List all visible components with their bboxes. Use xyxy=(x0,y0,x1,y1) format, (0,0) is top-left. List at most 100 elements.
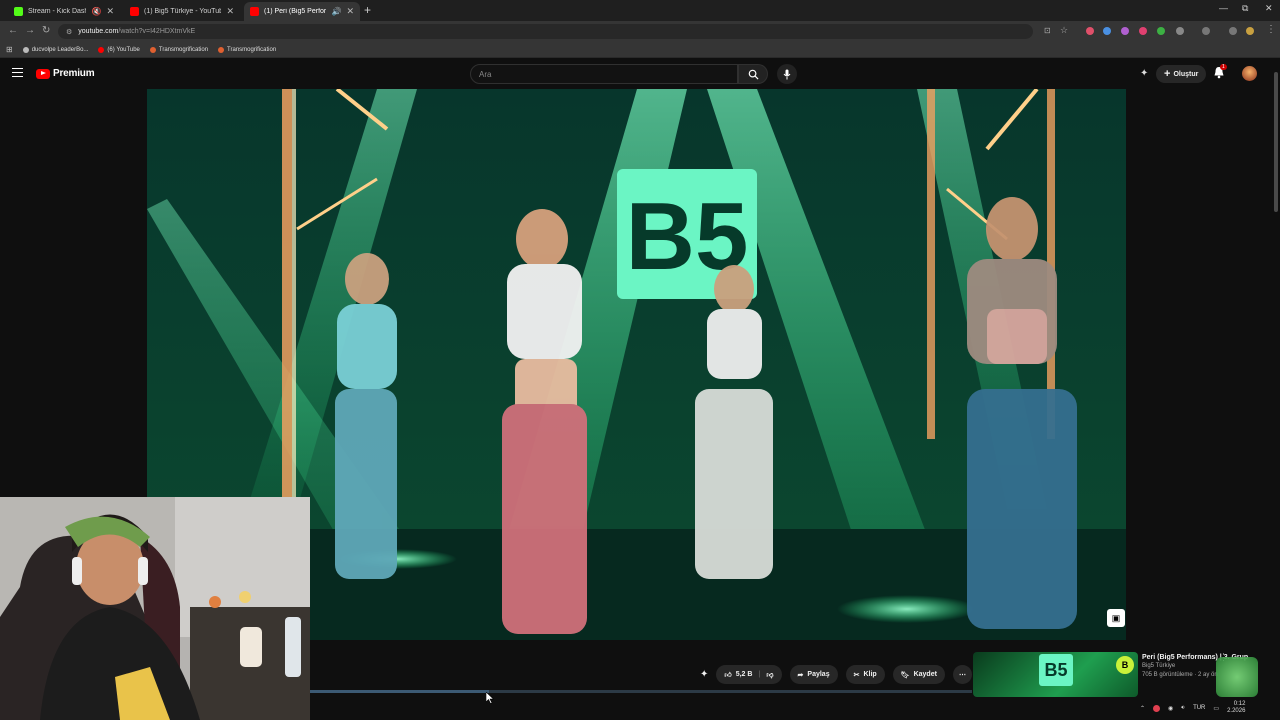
extension-icon[interactable] xyxy=(1086,27,1094,35)
voice-search-button[interactable] xyxy=(777,64,797,84)
back-icon[interactable]: ← xyxy=(8,25,18,36)
audio-icon[interactable]: 🔊 xyxy=(331,7,341,16)
browser-tab-strip: Stream - Kick Dashboard 🔇 ✕ (1) Big5 Tür… xyxy=(0,0,1280,21)
bookmark-icon xyxy=(22,46,29,53)
tab-title: (1) Peri (Big5 Performans) | xyxy=(264,8,327,15)
create-button[interactable]: + Oluştur xyxy=(1156,65,1207,83)
tab-kick-dashboard[interactable]: Stream - Kick Dashboard 🔇 ✕ xyxy=(8,2,120,21)
extension-icon[interactable] xyxy=(1103,27,1111,35)
volume-icon[interactable]: 🔉︎ xyxy=(1181,705,1185,712)
hamburger-menu-icon[interactable] xyxy=(12,68,23,77)
youtube-icon xyxy=(250,7,259,16)
share-arrow-icon: ➦ xyxy=(797,671,804,679)
thumbs-down-icon[interactable]: 👎︎ xyxy=(766,670,773,679)
save-label: Kaydet xyxy=(913,671,937,678)
install-icon[interactable]: ⊡ xyxy=(1044,26,1051,35)
share-button[interactable]: ➦ Paylaş xyxy=(789,665,838,684)
webcam-overlay xyxy=(0,497,310,720)
save-button[interactable]: 🔖︎ Kaydet xyxy=(892,665,945,684)
youtube-icon xyxy=(98,46,105,53)
account-avatar[interactable] xyxy=(1242,66,1257,81)
notifications-button[interactable]: 1 xyxy=(1213,64,1227,84)
scrollbar-thumb[interactable] xyxy=(1274,72,1278,212)
close-icon[interactable]: ✕ xyxy=(226,6,234,17)
tab-peri-big5[interactable]: (1) Peri (Big5 Performans) | 🔊 ✕ xyxy=(244,2,360,21)
system-tray: ⌃ ◉ 🔉︎ TUR ▭ 0:12 2.2026 xyxy=(1140,700,1245,716)
menu-dots-icon[interactable]: ⋮ xyxy=(1266,24,1276,35)
app-tray-icon[interactable] xyxy=(1153,704,1161,712)
like-count: 5,2 B xyxy=(735,671,753,678)
youtube-icon xyxy=(130,7,139,16)
profile-avatar[interactable] xyxy=(1246,27,1254,35)
extension-icon[interactable] xyxy=(1157,27,1165,35)
streamer-camera xyxy=(0,497,310,720)
clock[interactable]: 0:12 2.2026 xyxy=(1227,701,1245,715)
bookmark-item[interactable]: (6) YouTube xyxy=(98,46,140,53)
channel-watermark-icon[interactable]: ▣ xyxy=(1107,609,1125,627)
language-indicator[interactable]: TUR xyxy=(1193,705,1205,711)
bookmark-label: Transmogrification xyxy=(227,46,277,53)
youtube-logo[interactable]: Premium xyxy=(36,68,95,79)
apps-grid-icon[interactable]: ⊞ xyxy=(6,45,13,54)
extensions-puzzle-icon[interactable] xyxy=(1176,27,1184,35)
maximize-icon[interactable]: ⧉ xyxy=(1242,3,1248,14)
clock-time: 0:12 xyxy=(1233,701,1246,707)
close-icon[interactable]: ✕ xyxy=(106,6,114,17)
recommended-video-card[interactable]: B5 B Peri (Big5 Performans) | 3. Grup Bi… xyxy=(973,652,1263,697)
url-path: /watch?v=I42HDXtmVkE xyxy=(118,28,196,35)
close-window-icon[interactable]: ✕ xyxy=(1265,3,1273,14)
extension-icon[interactable] xyxy=(1139,27,1147,35)
more-actions-button[interactable]: ⋯ xyxy=(952,665,972,684)
bookmark-label: (6) YouTube xyxy=(107,46,140,53)
notification-badge: 1 xyxy=(1220,64,1227,70)
downloads-icon[interactable] xyxy=(1229,27,1237,35)
search-placeholder: Ara xyxy=(479,70,492,79)
video-progress-bar[interactable] xyxy=(310,690,972,693)
thumbnail-logo: B5 xyxy=(1039,654,1073,686)
bookmark-item[interactable]: Transmogrification xyxy=(149,46,208,53)
bookmarks-bar: ⊞ ducvolpe LeaderBo... (6) YouTube Trans… xyxy=(0,42,1280,58)
chevron-up-icon[interactable]: ⌃ xyxy=(1140,705,1145,712)
video-actions: ✦ 👍︎ 5,2 B | 👎︎ ➦ Paylaş ✂ Klip 🔖︎ Kayde… xyxy=(700,665,972,684)
tray-window-icon[interactable]: ▭ xyxy=(1213,705,1219,712)
bookmark-star-icon[interactable]: ☆ xyxy=(1060,25,1068,36)
network-icon[interactable]: ◉ xyxy=(1168,705,1173,712)
search-icon xyxy=(748,69,759,80)
youtube-header: Premium Ara ✦ + Oluştur 1 xyxy=(0,58,1280,90)
side-panel-icon[interactable] xyxy=(1202,27,1210,35)
site-info-icon[interactable]: ⚙ xyxy=(66,28,72,36)
bookmark-item[interactable]: ducvolpe LeaderBo... xyxy=(22,46,89,53)
page-scrollbar[interactable] xyxy=(1272,62,1280,720)
minimize-icon[interactable]: — xyxy=(1219,3,1228,13)
logo-text: Premium xyxy=(53,68,95,79)
progress-fill xyxy=(310,690,489,693)
mute-icon[interactable]: 🔇 xyxy=(91,7,101,16)
cast-icon[interactable]: ✦ xyxy=(1140,68,1148,79)
channel-badge-icon: B xyxy=(1116,656,1134,674)
extension-icon[interactable] xyxy=(1121,27,1129,35)
bookmark-icon xyxy=(149,46,156,53)
address-bar[interactable]: ⚙ youtube.com/watch?v=I42HDXtmVkE xyxy=(58,24,1033,39)
new-tab-button[interactable]: + xyxy=(364,3,371,17)
youtube-play-icon xyxy=(36,68,50,79)
video-thumbnail[interactable]: B5 B xyxy=(973,652,1138,697)
cast-icon[interactable]: ✦ xyxy=(700,669,708,680)
create-label: Oluştur xyxy=(1173,70,1199,78)
search-input[interactable]: Ara xyxy=(470,64,738,84)
clip-label: Klip xyxy=(863,671,877,678)
clip-button[interactable]: ✂ Klip xyxy=(845,665,885,684)
forward-icon[interactable]: → xyxy=(25,25,35,36)
tab-title: (1) Big5 Türkiye - YouTube xyxy=(144,8,222,15)
reload-icon[interactable]: ↻ xyxy=(42,25,50,36)
close-icon[interactable]: ✕ xyxy=(346,6,354,17)
tab-title: Stream - Kick Dashboard xyxy=(28,8,87,15)
bookmark-item[interactable]: Transmogrification xyxy=(218,46,277,53)
microphone-icon xyxy=(783,69,791,79)
tab-big5-turkiye[interactable]: (1) Big5 Türkiye - YouTube ✕ xyxy=(124,2,240,21)
search-button[interactable] xyxy=(738,64,768,84)
scissors-icon: ✂ xyxy=(853,671,860,679)
divider: | xyxy=(758,671,761,678)
bookmark-label: ducvolpe LeaderBo... xyxy=(31,46,89,53)
overlay-widget xyxy=(1216,657,1258,697)
like-button[interactable]: 👍︎ 5,2 B | 👎︎ xyxy=(716,665,782,684)
